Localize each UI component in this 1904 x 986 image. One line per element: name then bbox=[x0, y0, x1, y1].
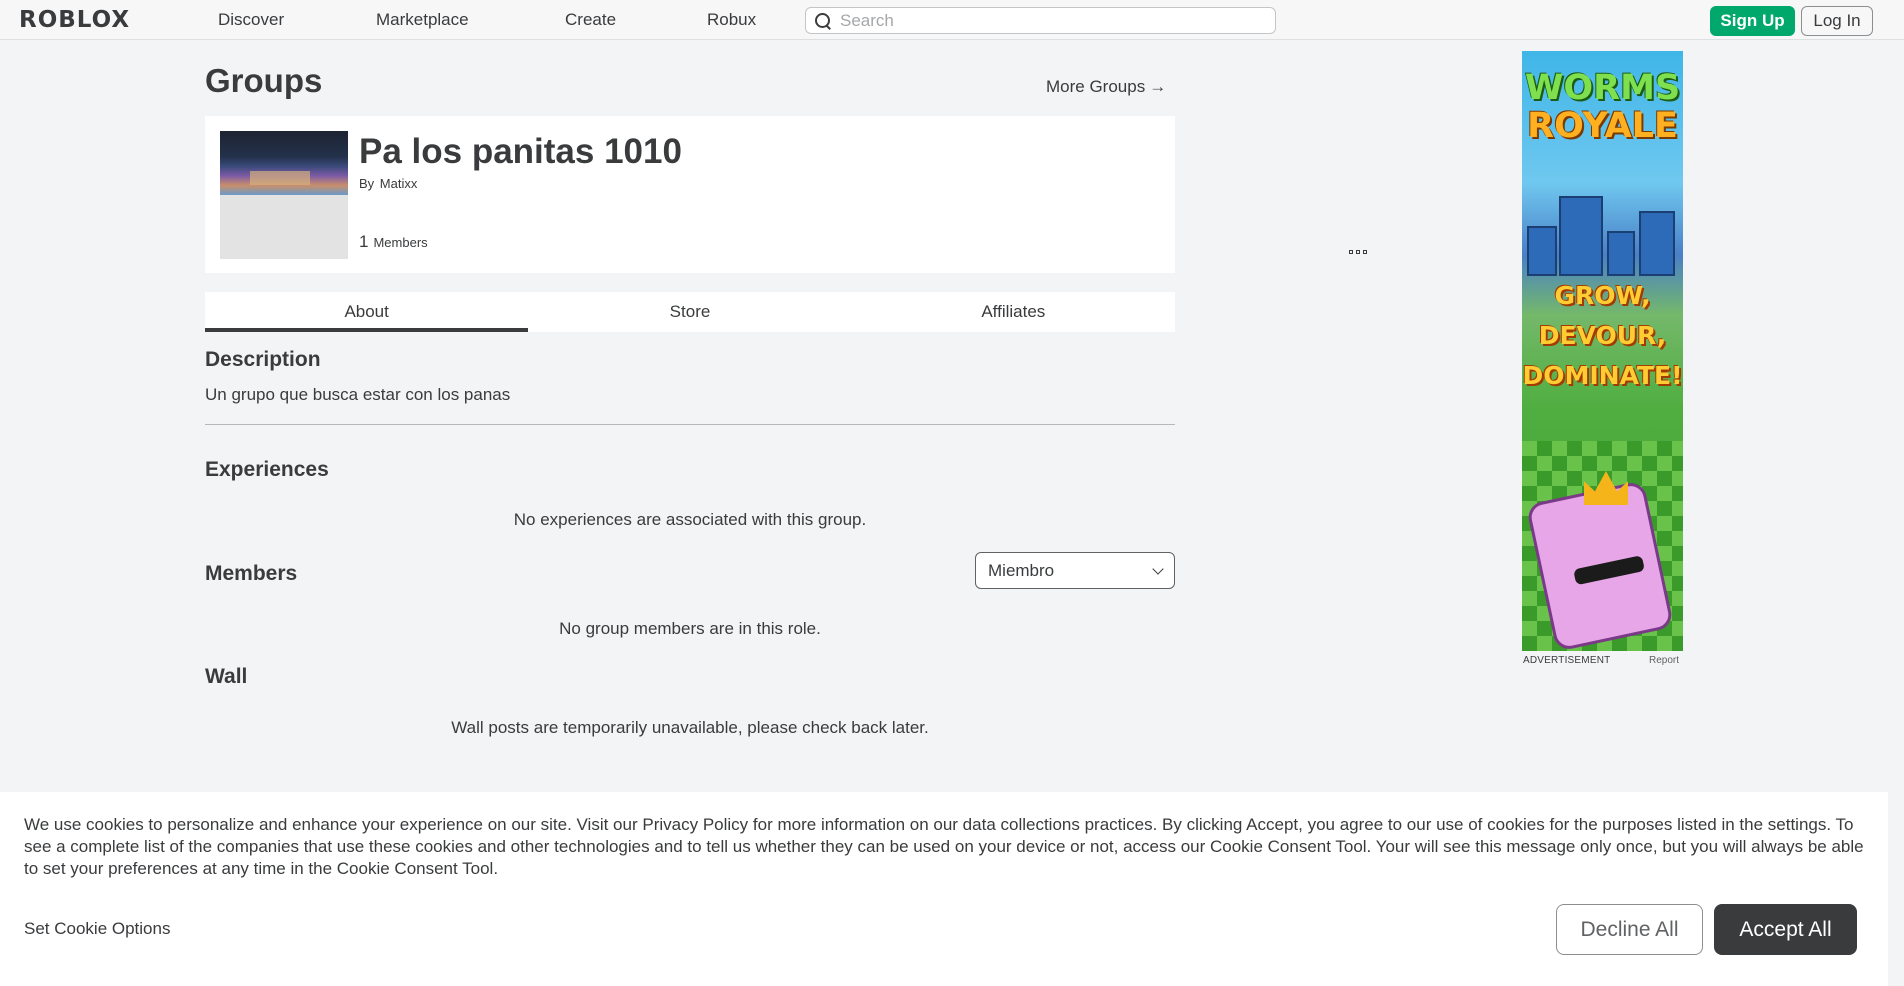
more-options-button[interactable] bbox=[1349, 248, 1367, 256]
chevron-down-icon bbox=[1152, 562, 1164, 575]
search-box[interactable] bbox=[805, 7, 1276, 34]
ad-slogan-line: DEVOUR, bbox=[1538, 321, 1667, 350]
sign-up-button[interactable]: Sign Up bbox=[1710, 6, 1795, 36]
ad-slogan-line: GROW, bbox=[1554, 281, 1651, 310]
cookie-text-part1: We use cookies to personalize and enhanc… bbox=[24, 815, 638, 834]
ad-slogan: GROW, DEVOUR, DOMINATE! bbox=[1522, 276, 1683, 396]
search-input[interactable] bbox=[840, 10, 1260, 31]
ad-building bbox=[1639, 211, 1675, 276]
ad-building bbox=[1607, 231, 1635, 276]
ad-logo: WORMS ROYALE bbox=[1522, 69, 1683, 145]
members-heading: Members bbox=[205, 562, 298, 585]
tab-store[interactable]: Store bbox=[528, 292, 851, 332]
top-navigation-bar: ROBLOX Discover Marketplace Create Robux… bbox=[0, 0, 1904, 40]
section-divider bbox=[205, 424, 1175, 425]
experiences-heading: Experiences bbox=[205, 458, 329, 481]
role-dropdown-value: Miembro bbox=[988, 560, 1055, 580]
tab-about[interactable]: About bbox=[205, 292, 529, 332]
tab-affiliates[interactable]: Affiliates bbox=[852, 292, 1175, 332]
advertisement-banner[interactable]: WORMS ROYALE GROW, DEVOUR, DOMINATE! bbox=[1522, 51, 1683, 651]
decline-all-button[interactable]: Decline All bbox=[1556, 904, 1703, 955]
nav-link-discover[interactable]: Discover bbox=[218, 10, 284, 30]
wall-unavailable-message: Wall posts are temporarily unavailable, … bbox=[451, 718, 929, 737]
group-header-card bbox=[205, 116, 1367, 273]
roblox-logo[interactable]: ROBLOX bbox=[19, 7, 130, 33]
group-tabs: About Store Affiliates bbox=[205, 292, 1175, 332]
ad-slogan-line: DOMINATE! bbox=[1522, 361, 1683, 390]
ad-building bbox=[1559, 196, 1603, 276]
report-ad-link[interactable]: Report bbox=[1649, 655, 1679, 666]
dot-icon bbox=[1363, 250, 1367, 254]
page-title: Groups bbox=[205, 62, 323, 99]
more-groups-link[interactable]: More Groups → bbox=[1046, 77, 1166, 97]
cookie-consent-text: We use cookies to personalize and enhanc… bbox=[24, 814, 1869, 880]
members-empty-message: No group members are in this role. bbox=[559, 619, 821, 638]
set-cookie-options-link[interactable]: Set Cookie Options bbox=[24, 919, 170, 939]
nav-link-robux[interactable]: Robux bbox=[707, 10, 756, 30]
log-in-button[interactable]: Log In bbox=[1801, 6, 1873, 36]
dot-icon bbox=[1356, 250, 1360, 254]
cookie-consent-banner: We use cookies to personalize and enhanc… bbox=[0, 792, 1888, 986]
group-owner-line: By Matixx bbox=[359, 176, 417, 191]
nav-link-create[interactable]: Create bbox=[565, 10, 616, 30]
description-text: Un grupo que busca estar con los panas bbox=[205, 385, 511, 404]
member-count-value: 1 bbox=[359, 232, 369, 251]
by-label: By bbox=[359, 176, 375, 191]
group-name: Pa los panitas 1010 bbox=[359, 132, 682, 171]
more-groups-label: More Groups bbox=[1046, 77, 1146, 96]
page-scrollbar[interactable] bbox=[1888, 41, 1904, 986]
privacy-policy-link[interactable]: Privacy Policy bbox=[642, 815, 748, 834]
ad-building bbox=[1527, 226, 1557, 276]
member-count-label: Members bbox=[373, 235, 428, 250]
experiences-empty-message: No experiences are associated with this … bbox=[513, 510, 867, 529]
role-dropdown[interactable]: Miembro bbox=[975, 552, 1175, 589]
advertisement-label: ADVERTISEMENT bbox=[1523, 655, 1611, 666]
nav-link-marketplace[interactable]: Marketplace bbox=[376, 10, 469, 30]
ad-title-line1: WORMS bbox=[1524, 68, 1681, 108]
group-emblem-thumbnail bbox=[220, 131, 348, 195]
ad-title-line2: ROYALE bbox=[1527, 106, 1678, 146]
ad-city-illustration bbox=[1527, 186, 1677, 276]
description-heading: Description bbox=[205, 348, 321, 371]
group-emblem-image bbox=[220, 131, 348, 259]
wall-heading: Wall bbox=[205, 665, 248, 688]
accept-all-button[interactable]: Accept All bbox=[1714, 904, 1857, 955]
search-icon bbox=[814, 12, 832, 30]
arrow-right-icon: → bbox=[1149, 77, 1167, 96]
group-member-count: 1 Members bbox=[359, 232, 428, 252]
owner-link[interactable]: Matixx bbox=[380, 176, 418, 191]
dot-icon bbox=[1349, 250, 1353, 254]
